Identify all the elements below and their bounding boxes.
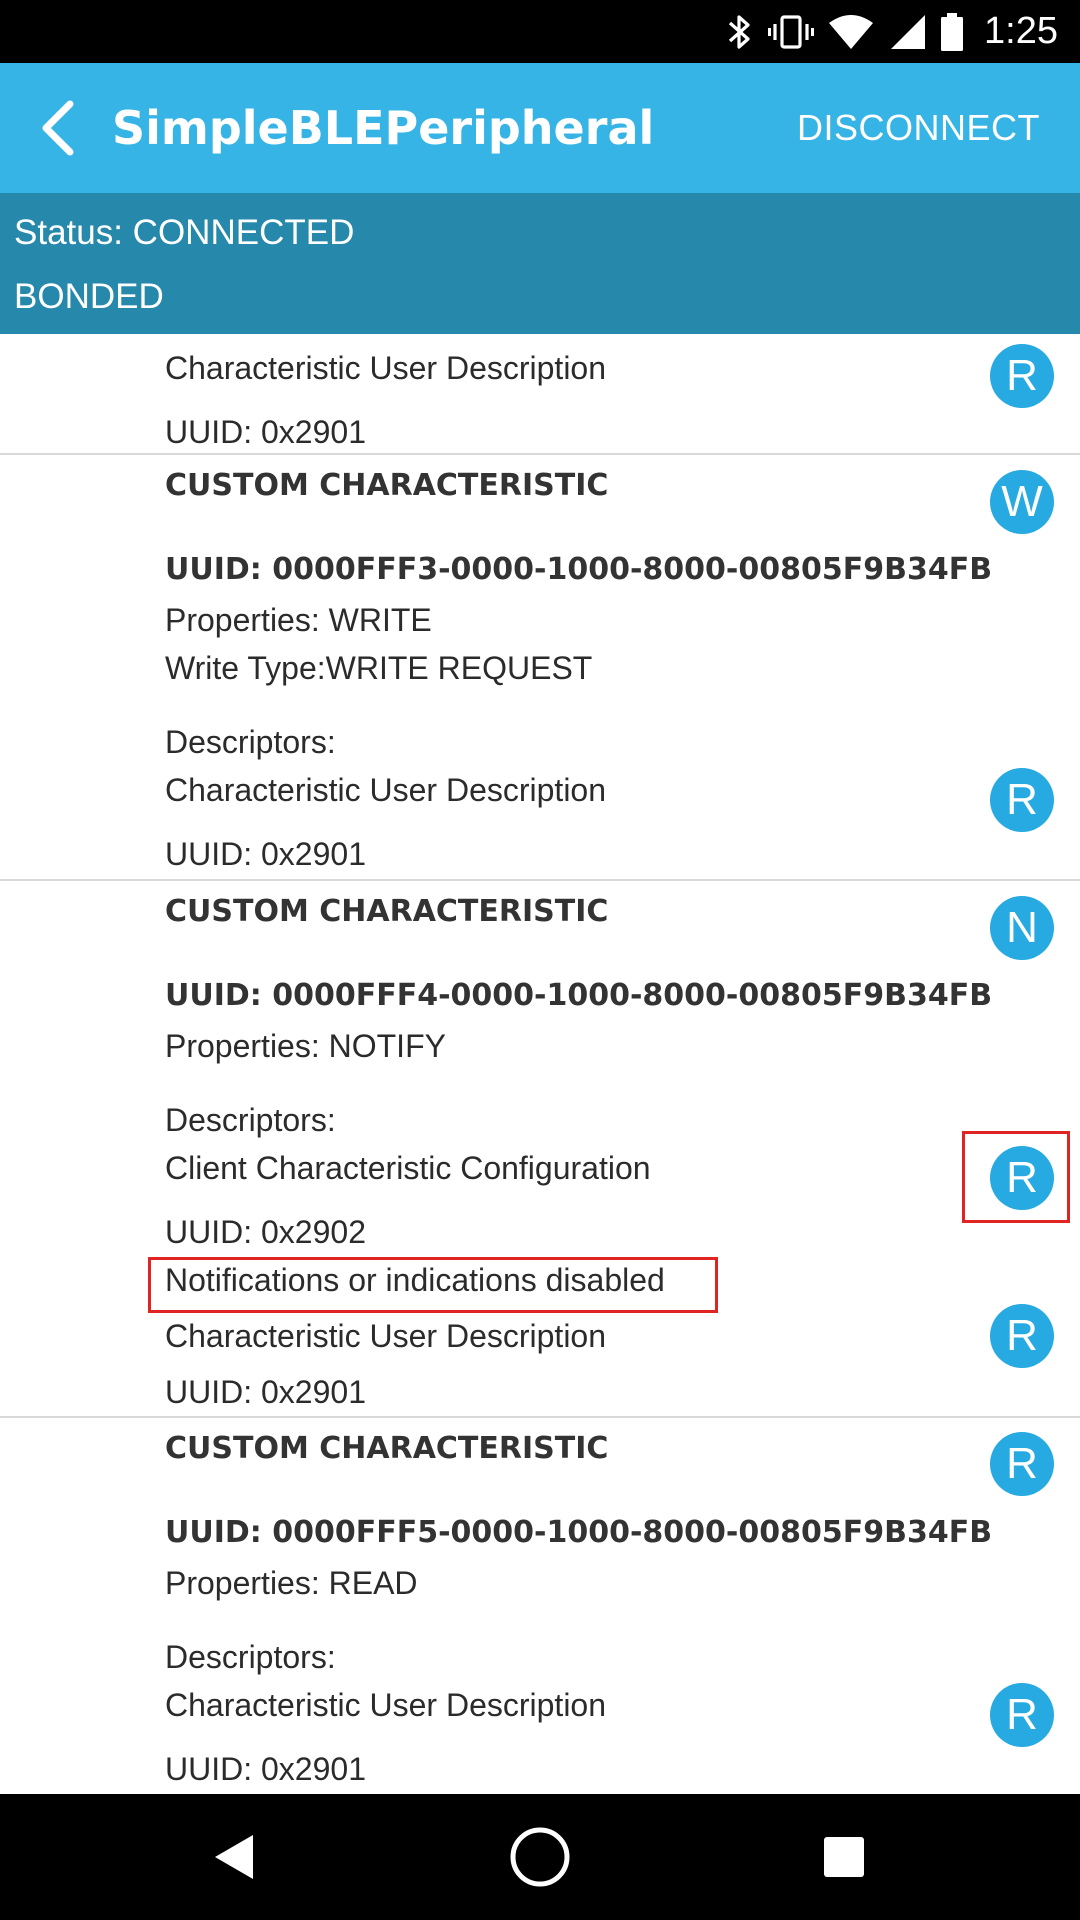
- recents-square-icon: [824, 1837, 864, 1877]
- status-bar: 1:25: [0, 0, 1080, 63]
- back-triangle-icon: [215, 1835, 253, 1879]
- app-bar: SimpleBLEPeripheral DISCONNECT: [0, 63, 1080, 193]
- write-button[interactable]: W: [990, 470, 1054, 534]
- navigation-bar: [0, 1794, 1080, 1920]
- descriptor-name: Characteristic User Description: [165, 350, 607, 386]
- clock-time: 1:25: [984, 10, 1058, 52]
- descriptor-uuid: UUID: 0x2901: [165, 1374, 366, 1410]
- characteristic-uuid: UUID: 0000FFF4-0000-1000-8000-00805F9B34…: [165, 978, 993, 1013]
- characteristic-title: CUSTOM CHARACTERISTIC: [165, 894, 609, 929]
- highlight-box: [148, 1257, 718, 1313]
- descriptor-name: Characteristic User Description: [165, 1687, 607, 1723]
- wifi-icon: [829, 14, 874, 49]
- bond-status-text: BONDED: [14, 277, 164, 316]
- characteristics-list[interactable]: Characteristic User Description R UUID: …: [0, 334, 1080, 1794]
- descriptors-label: Descriptors:: [165, 1102, 336, 1138]
- divider: [0, 879, 1080, 881]
- status-icons: 1:25: [726, 0, 1058, 63]
- nav-recents-button[interactable]: [804, 1817, 884, 1897]
- read-button[interactable]: R: [990, 1683, 1054, 1747]
- characteristic-properties: Properties: READ: [165, 1565, 418, 1601]
- bluetooth-icon: [728, 14, 750, 49]
- descriptor-uuid: UUID: 0x2901: [165, 414, 366, 450]
- descriptor-uuid: UUID: 0x2902: [165, 1214, 366, 1250]
- characteristic-title: CUSTOM CHARACTERISTIC: [165, 1431, 609, 1466]
- cell-signal-icon: [891, 14, 926, 49]
- notify-button[interactable]: N: [990, 896, 1054, 960]
- back-button[interactable]: [18, 88, 98, 168]
- read-button[interactable]: R: [990, 768, 1054, 832]
- descriptor-name: Characteristic User Description: [165, 1318, 607, 1354]
- app-title: SimpleBLEPeripheral: [112, 101, 655, 155]
- home-circle-icon: [510, 1827, 570, 1887]
- connection-status-text: Status: CONNECTED: [14, 213, 355, 252]
- read-button[interactable]: R: [990, 1432, 1054, 1496]
- characteristic-write-type: Write Type:WRITE REQUEST: [165, 650, 593, 686]
- descriptor-name: Characteristic User Description: [165, 772, 607, 808]
- descriptor-name: Client Characteristic Configuration: [165, 1150, 651, 1186]
- nav-home-button[interactable]: [500, 1817, 580, 1897]
- characteristic-uuid: UUID: 0000FFF5-0000-1000-8000-00805F9B34…: [165, 1515, 993, 1550]
- characteristic-properties: Properties: NOTIFY: [165, 1028, 446, 1064]
- divider: [0, 453, 1080, 455]
- disconnect-button[interactable]: DISCONNECT: [797, 63, 1040, 193]
- descriptor-uuid: UUID: 0x2901: [165, 836, 366, 872]
- read-button[interactable]: R: [990, 344, 1054, 408]
- characteristic-title: CUSTOM CHARACTERISTIC: [165, 468, 609, 503]
- battery-icon: [941, 12, 964, 51]
- back-arrow-icon: [42, 100, 74, 156]
- divider: [0, 1416, 1080, 1418]
- highlight-box: [962, 1131, 1070, 1223]
- descriptors-label: Descriptors:: [165, 724, 336, 760]
- read-button[interactable]: R: [990, 1304, 1054, 1368]
- descriptors-label: Descriptors:: [165, 1639, 336, 1675]
- descriptor-uuid: UUID: 0x2901: [165, 1751, 366, 1787]
- characteristic-properties: Properties: WRITE: [165, 602, 432, 638]
- nav-back-button[interactable]: [195, 1817, 275, 1897]
- characteristic-uuid: UUID: 0000FFF3-0000-1000-8000-00805F9B34…: [165, 552, 993, 587]
- connection-status-panel: Status: CONNECTED BONDED: [0, 193, 1080, 334]
- vibrate-icon: [768, 14, 815, 49]
